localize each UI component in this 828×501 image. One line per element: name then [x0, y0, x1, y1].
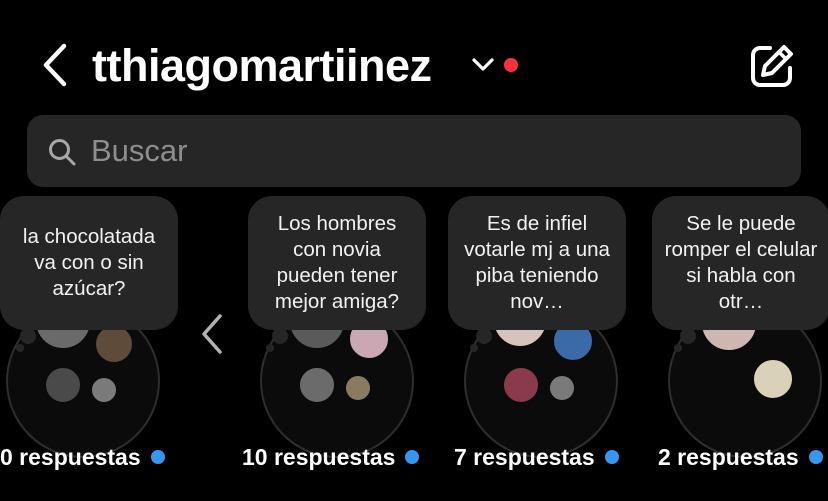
compose-icon[interactable]	[748, 42, 796, 90]
note-item[interactable]: Los hombres con novia pueden tener mejor…	[242, 196, 444, 486]
avatar	[298, 366, 336, 404]
note-bubble[interactable]: Se le puede romper el celular si habla c…	[652, 196, 828, 330]
unread-dot	[808, 450, 823, 464]
unread-dot	[150, 450, 165, 464]
notification-dot	[504, 58, 518, 72]
avatar	[502, 366, 540, 404]
response-count: 0 respuestas	[0, 442, 165, 472]
note-bubble[interactable]: Los hombres con novia pueden tener mejor…	[248, 196, 426, 330]
note-item[interactable]: Es de infiel votarle mj a una piba tenie…	[446, 196, 646, 486]
note-text: Se le puede romper el celular si habla c…	[664, 212, 818, 313]
avatar	[752, 358, 794, 400]
bubble-tail	[266, 344, 274, 352]
avatar	[344, 374, 372, 402]
note-text: Es de infiel votarle mj a una piba tenie…	[464, 212, 610, 313]
note-bubble[interactable]: la chocolatada va con o sin azúcar?	[0, 196, 178, 330]
avatar	[90, 376, 118, 404]
response-count: 10 respuestas	[242, 442, 420, 472]
bubble-tail	[476, 328, 492, 344]
search-icon	[49, 139, 76, 166]
response-count: 2 respuestas	[658, 442, 823, 472]
back-chevron-icon[interactable]	[36, 40, 76, 90]
avatar	[94, 324, 134, 364]
carousel-prev-icon[interactable]	[196, 310, 226, 358]
account-username[interactable]: tthiagomartiinez	[92, 38, 432, 94]
bubble-tail	[470, 344, 478, 352]
search-input[interactable]	[91, 115, 781, 187]
note-item[interactable]: Se le puede romper el celular si habla c…	[650, 196, 828, 486]
messages-screen: tthiagomartiinez la chocolatada va con o	[0, 0, 828, 501]
bubble-tail	[16, 344, 24, 352]
header: tthiagomartiinez	[0, 30, 828, 102]
chevron-down-icon[interactable]	[470, 54, 496, 74]
unread-dot	[604, 450, 619, 464]
note-text: Los hombres con novia pueden tener mejor…	[274, 212, 400, 313]
bubble-tail	[680, 328, 696, 344]
bubble-tail	[674, 344, 682, 352]
bubble-tail	[20, 328, 36, 344]
note-bubble[interactable]: Es de infiel votarle mj a una piba tenie…	[448, 196, 626, 330]
note-text: la chocolatada va con o sin azúcar?	[22, 225, 156, 300]
avatar	[548, 374, 576, 402]
response-count: 7 respuestas	[454, 442, 619, 472]
bubble-tail	[272, 328, 288, 344]
avatar	[44, 366, 82, 404]
search-bar[interactable]	[27, 115, 801, 187]
unread-dot	[405, 450, 420, 464]
note-item[interactable]: la chocolatada va con o sin azúcar? 0 re…	[0, 196, 198, 486]
